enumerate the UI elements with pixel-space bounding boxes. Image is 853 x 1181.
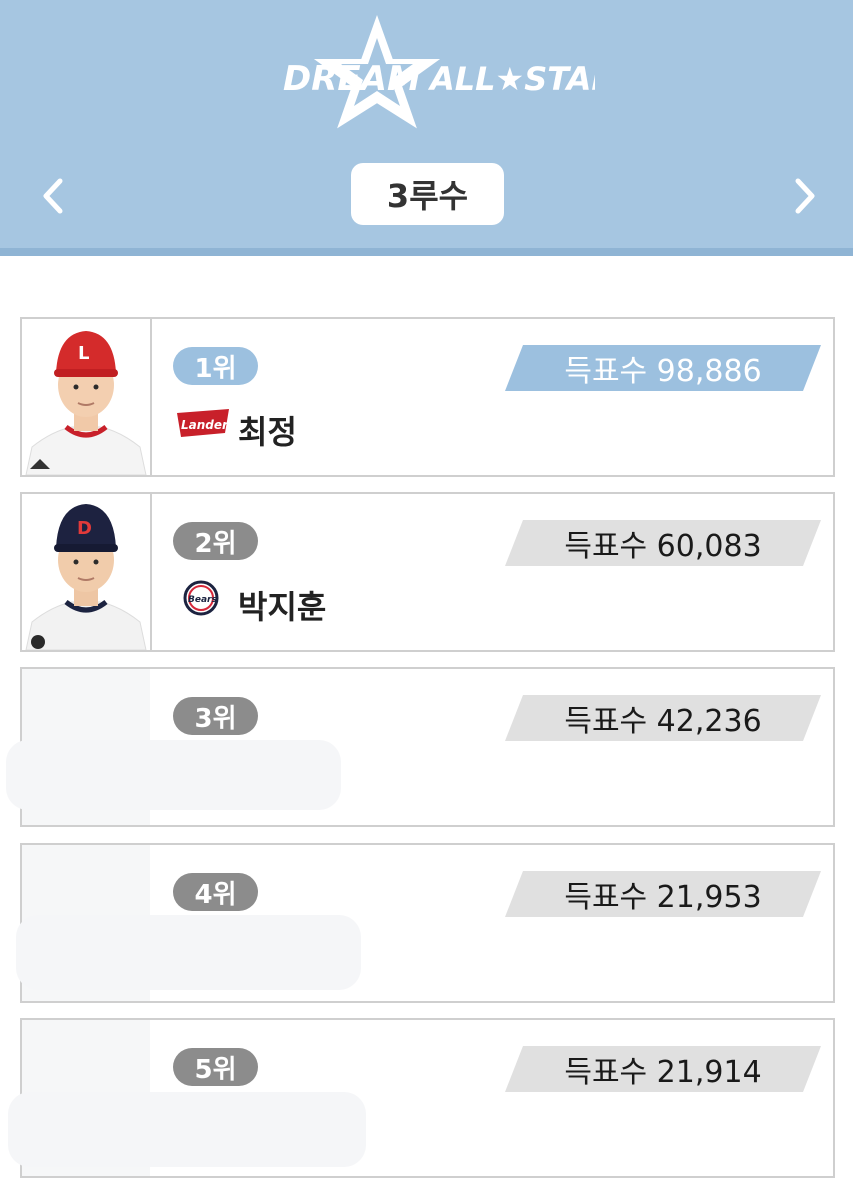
rank-label: 2위 [194,528,237,559]
svg-text:L: L [78,343,89,364]
doosan-bears-logo: Bears [173,578,233,618]
redaction-overlay [8,1092,366,1167]
vote-count: 득표수 21,953 [505,871,821,917]
ssg-landers-logo: Landers [173,403,235,443]
player-name: 최정 [238,413,297,451]
player-name: 박지훈 [238,588,327,626]
vote-count: 득표수 60,083 [505,520,821,566]
vote-count-label: 득표수 98,886 [564,354,762,389]
vote-count: 득표수 21,914 [505,1046,821,1092]
chevron-left-icon [43,178,63,214]
vote-count-label: 득표수 21,914 [564,1055,762,1090]
vote-count-label: 득표수 42,236 [564,704,762,739]
rank-badge: 3위 [173,697,258,735]
rank-badge: 2위 [173,522,258,560]
rank-label: 5위 [194,1054,237,1085]
rank-label: 4위 [194,879,237,910]
player-photo: D [22,494,152,650]
vote-count-label: 득표수 21,953 [564,880,762,915]
rank-label: 3위 [194,703,237,734]
redaction-overlay [16,915,361,990]
svg-text:D: D [77,518,92,539]
vote-count-label: 득표수 60,083 [564,529,762,564]
position-selector[interactable]: 3루수 [351,163,504,225]
ranking-row-2[interactable]: D 2위 득표수 60,083 Bears 박지훈 [20,492,835,652]
vote-count: 득표수 98,886 [505,345,821,391]
player-photo: L [22,319,152,475]
logo-text-dream: DREAM [283,59,421,99]
chevron-right-icon [795,178,815,214]
previous-position-button[interactable] [38,175,68,217]
next-position-button[interactable] [790,175,820,217]
logo-text-allstar: ALL★STAR [427,60,595,98]
position-label: 3루수 [386,177,469,215]
rank-badge: 1위 [173,347,258,385]
rank-badge: 4위 [173,873,258,911]
redaction-overlay [6,740,341,810]
rank-label: 1위 [194,353,237,384]
header: DREAM ALL★STAR 3루수 [0,0,853,250]
svg-text:Bears: Bears [188,595,217,605]
vote-count: 득표수 42,236 [505,695,821,741]
rank-badge: 5위 [173,1048,258,1086]
dream-allstar-logo: DREAM ALL★STAR [265,14,595,132]
header-divider [0,248,853,256]
svg-text:Landers: Landers [181,418,233,432]
ranking-row-1[interactable]: L 1위 득표수 98,886 Landers 최정 [20,317,835,477]
